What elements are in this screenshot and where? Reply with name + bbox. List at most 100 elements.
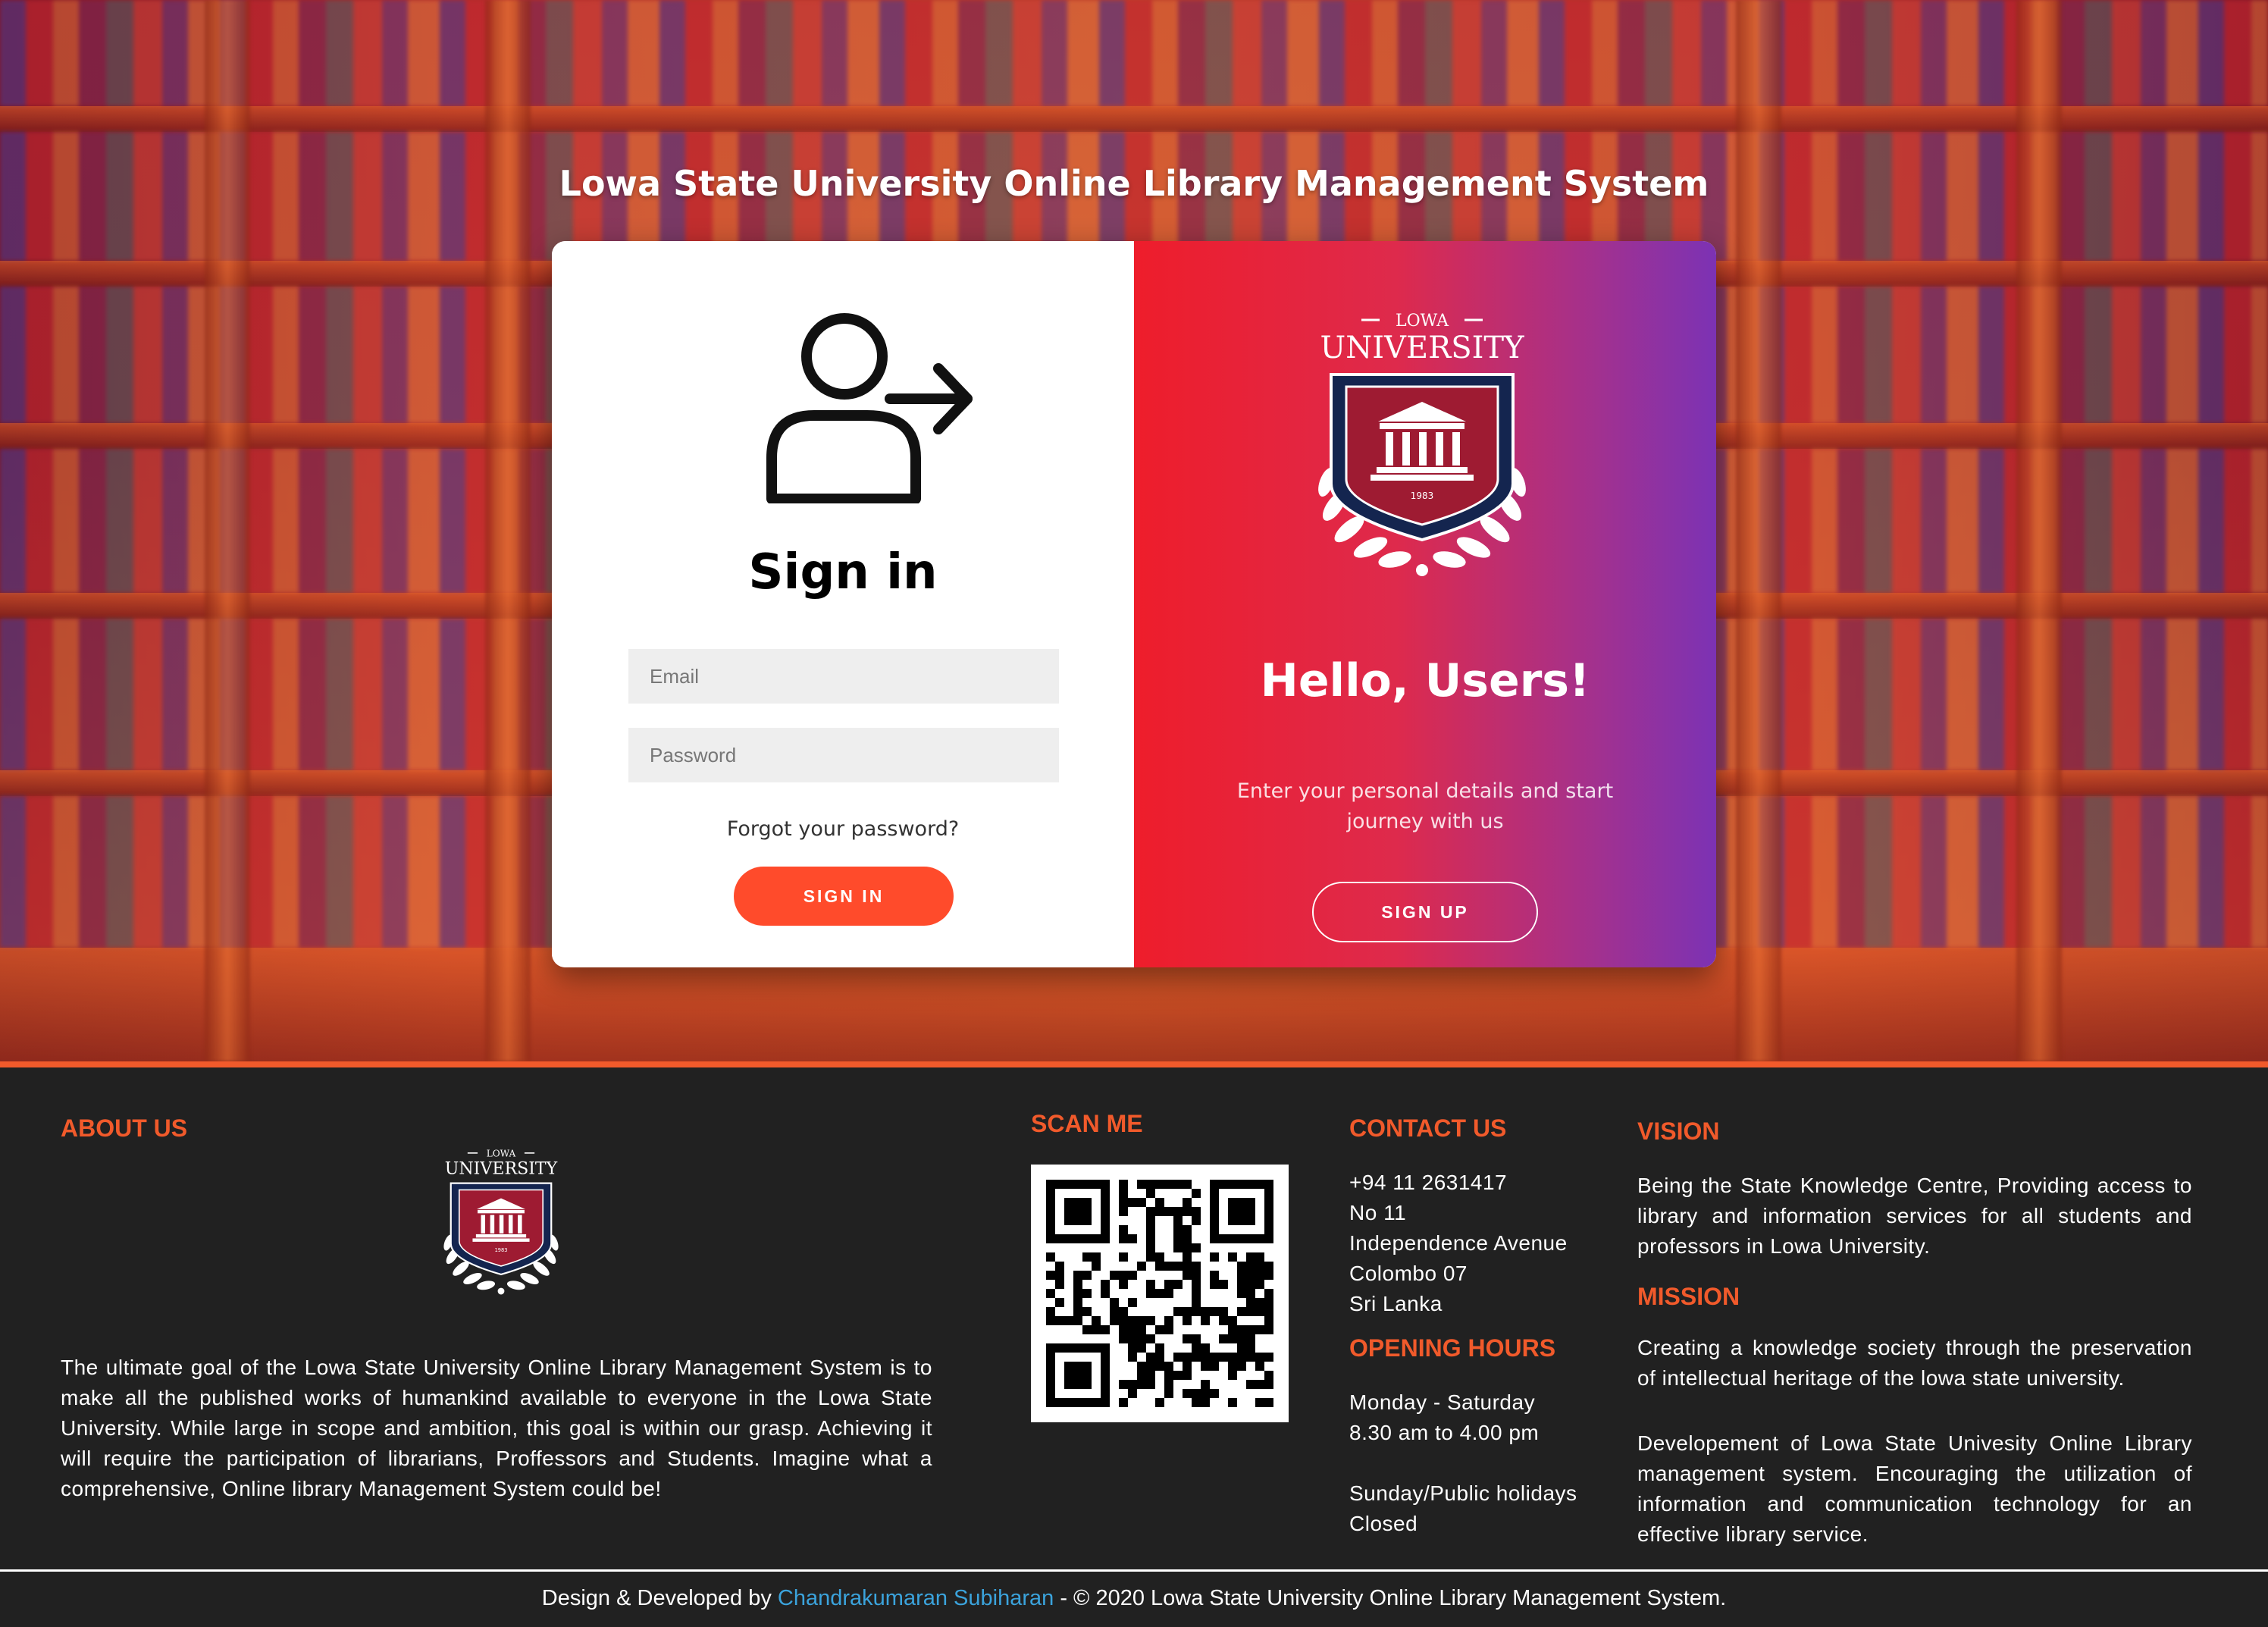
qr-module [1255,1325,1264,1334]
qr-module [1082,1271,1092,1280]
qr-module [1246,1252,1255,1262]
qr-module [1073,1298,1082,1307]
qr-module [1246,1262,1255,1271]
contact-phone: +94 11 2631417 [1349,1171,1508,1194]
weekday-days: Monday - Saturday [1349,1390,1536,1414]
crest-top-text: LOWA [1396,312,1449,331]
qr-module [1228,1325,1237,1334]
about-us-heading: ABOUT US [61,1114,188,1142]
credits-suffix: - © 2020 Lowa State University Online Li… [1054,1586,1727,1610]
qr-module [1164,1362,1173,1371]
qr-module [1137,1198,1146,1207]
qr-module [1119,1307,1128,1316]
qr-module [1164,1371,1173,1380]
qr-module [1183,1316,1192,1325]
bookshelf-pillar [1736,0,1781,1061]
qr-module [1192,1307,1201,1316]
sign-in-button[interactable]: SIGN IN [734,867,954,926]
developer-link[interactable]: Chandrakumaran Subiharan [778,1586,1054,1610]
qr-module [1119,1189,1128,1198]
qr-module [1255,1271,1264,1280]
qr-module [1128,1380,1137,1389]
qr-module [1128,1298,1137,1307]
qr-module [1110,1307,1119,1316]
hero-background: Lowa State University Online Library Man… [0,0,2268,1061]
qr-module [1055,1280,1064,1289]
weekday-time: 8.30 am to 4.00 pm [1349,1421,1540,1444]
qr-module [1201,1307,1210,1316]
qr-module [1146,1225,1155,1234]
qr-module [1264,1398,1273,1407]
qr-module [1128,1198,1137,1207]
qr-module [1183,1362,1192,1371]
qr-module [1264,1307,1273,1316]
bookshelf-band [0,106,2268,132]
qr-code-icon[interactable] [1031,1165,1289,1422]
qr-module [1119,1271,1128,1280]
qr-module [1255,1252,1264,1262]
qr-module [1264,1289,1273,1298]
qr-module [1146,1189,1155,1198]
qr-module [1183,1207,1192,1216]
qr-module [1246,1334,1255,1343]
qr-module [1128,1389,1137,1398]
qr-module [1210,1280,1219,1289]
qr-module [1137,1180,1146,1189]
qr-module [1201,1389,1210,1398]
sign-up-button[interactable]: SIGN UP [1312,882,1538,942]
qr-module [1128,1343,1137,1353]
qr-module [1137,1371,1146,1380]
opening-hours-heading: OPENING HOURS [1349,1334,1556,1362]
qr-module [1110,1298,1119,1307]
contact-us-heading: CONTACT US [1349,1114,1507,1142]
password-field[interactable] [628,728,1059,782]
qr-module [1046,1316,1055,1325]
credits-prefix: Design & Developed by [541,1586,778,1610]
qr-module [1228,1362,1237,1371]
qr-module [1155,1343,1164,1353]
qr-module [1119,1225,1128,1234]
auth-card: Sign in Forgot your password? SIGN IN LO… [552,241,1716,967]
crest-year-text: 1983 [1411,491,1434,501]
qr-module [1264,1262,1273,1271]
qr-module [1137,1380,1146,1389]
qr-module [1146,1252,1155,1262]
email-field[interactable] [628,649,1059,704]
qr-module [1137,1334,1146,1343]
qr-module [1264,1380,1273,1389]
qr-module [1255,1298,1264,1307]
qr-module [1092,1325,1101,1334]
contact-address-line: Sri Lanka [1349,1292,1443,1315]
qr-module [1183,1271,1192,1280]
contact-address-line: Colombo 07 [1349,1262,1468,1285]
qr-module [1146,1280,1155,1289]
qr-module [1173,1353,1183,1362]
qr-module [1210,1271,1219,1280]
qr-module [1246,1280,1255,1289]
qr-module [1192,1298,1201,1307]
qr-module [1146,1289,1155,1298]
qr-module [1164,1380,1173,1389]
qr-module [1155,1362,1164,1371]
opening-hours: Monday - Saturday 8.30 am to 4.00 pm Sun… [1349,1387,1607,1539]
forgot-password-link[interactable]: Forgot your password? [552,817,1134,841]
qr-module [1183,1262,1192,1271]
qr-module [1082,1252,1092,1262]
bookshelf-pillar [205,0,250,1061]
qr-module [1119,1325,1128,1334]
crest-university-text: UNIVERSITY [1320,331,1524,365]
qr-module [1192,1353,1201,1362]
qr-module [1046,1252,1055,1262]
qr-module [1219,1353,1228,1362]
qr-module [1192,1271,1201,1280]
qr-module [1119,1198,1128,1207]
qr-module [1183,1180,1192,1189]
qr-module [1264,1325,1273,1334]
mission-text: Creating a knowledge society through the… [1637,1336,2192,1390]
about-us-text: The ultimate goal of the Lowa State Univ… [61,1356,932,1500]
weekend-status: Closed [1349,1512,1418,1535]
qr-module [1246,1271,1255,1280]
qr-module [1146,1316,1155,1325]
qr-module [1146,1207,1155,1216]
qr-module [1192,1262,1201,1271]
